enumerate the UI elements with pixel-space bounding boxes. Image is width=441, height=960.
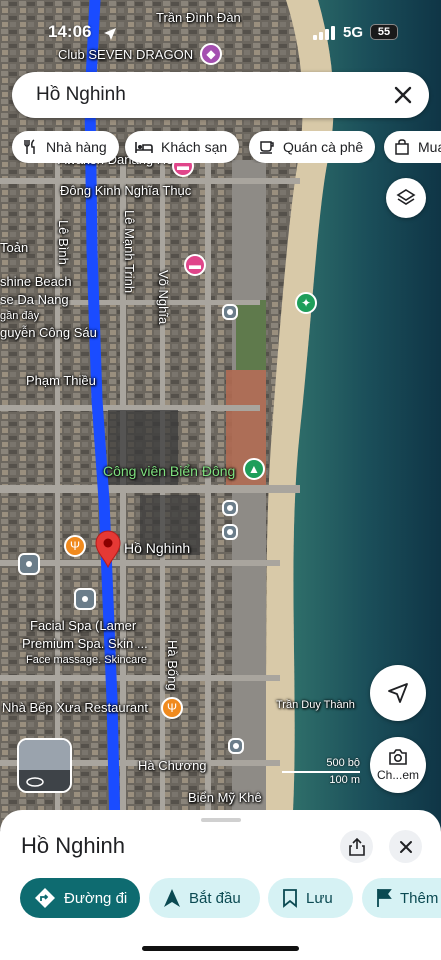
location-arrow-icon <box>104 28 116 40</box>
bed-icon <box>135 142 153 153</box>
bus-stop-icon[interactable] <box>222 304 238 320</box>
cellular-signal-icon <box>313 26 335 40</box>
scale-imperial: 500 bộ <box>326 757 360 769</box>
street-view-preview <box>19 740 70 791</box>
bus-stop-icon[interactable] <box>222 524 238 540</box>
chip-restaurants[interactable]: Nhà hàng <box>12 131 119 163</box>
flag-icon <box>377 889 392 907</box>
street-label: Lê Mạnh Trinh <box>122 210 137 294</box>
map-label: gần đây <box>0 310 40 322</box>
street-label: Lê Bình <box>56 220 71 265</box>
save-button[interactable]: Lưu <box>268 878 353 918</box>
chip-cafes[interactable]: Quán cà phê <box>249 131 376 163</box>
place-bottom-sheet[interactable]: Hồ Nghinh Đường đi Bắt đầu Lưu Thêm <box>0 810 441 960</box>
my-location-button[interactable] <box>370 665 426 721</box>
place-title: Hồ Nghinh <box>21 833 125 858</box>
share-button[interactable] <box>340 830 373 863</box>
directions-button[interactable]: Đường đi <box>20 878 140 918</box>
park-pin-icon[interactable]: ✦ <box>295 292 317 314</box>
tree-pin-icon[interactable]: ▲ <box>243 458 265 480</box>
street-label: Hà Chương <box>138 758 207 773</box>
battery-icon: 55 <box>370 24 398 40</box>
start-label: Bắt đầu <box>189 889 241 907</box>
chip-shopping[interactable]: Mua <box>384 131 441 163</box>
chip-label: Khách sạn <box>161 139 228 155</box>
navigation-arrow-icon <box>388 683 408 703</box>
status-time: 14:06 <box>48 22 92 41</box>
street-label: Võ Nghĩa <box>156 270 171 325</box>
map-label: shine Beach <box>0 274 72 289</box>
hotel-pin-icon[interactable]: ▬ <box>184 254 206 276</box>
restaurant-pin-icon[interactable]: Ψ <box>161 697 183 719</box>
map-label: se Da Nang <box>0 292 69 307</box>
more-label: Thêm <box>400 889 439 907</box>
lens-label: Ch...em <box>376 768 419 782</box>
street-view-thumbnail[interactable] <box>17 738 72 793</box>
save-label: Lưu <box>306 889 333 907</box>
camera-lens-icon <box>389 749 407 765</box>
bus-stop-icon[interactable] <box>222 500 238 516</box>
share-icon <box>348 837 365 856</box>
street-label: Hà Bổng <box>165 640 180 691</box>
category-chips: Nhà hàng Khách sạn Quán cà phê Mua <box>12 131 441 163</box>
search-input[interactable]: Hồ Nghinh <box>36 84 126 106</box>
map-label: Toản <box>0 240 29 255</box>
battery-level: 55 <box>377 26 391 38</box>
more-button[interactable]: Thêm <box>362 878 441 918</box>
search-bar[interactable]: Hồ Nghinh <box>12 72 429 118</box>
layers-button[interactable] <box>386 178 426 218</box>
map-label: guyễn Công Sáu <box>0 325 97 340</box>
poi-label: Premium Spa. Skin ... <box>22 636 148 651</box>
selected-location-pin-icon[interactable] <box>94 530 122 568</box>
coffee-cup-icon <box>260 141 274 154</box>
start-navigation-button[interactable]: Bắt đầu <box>149 878 260 918</box>
home-indicator[interactable] <box>142 946 299 951</box>
chip-hotels[interactable]: Khách sạn <box>125 131 240 163</box>
navigation-arrow-icon <box>164 889 180 907</box>
bus-stop-icon[interactable] <box>18 553 40 575</box>
bus-stop-icon[interactable] <box>74 588 96 610</box>
close-icon <box>399 840 412 853</box>
shopping-bag-icon <box>395 139 409 155</box>
map-view[interactable]: Club SEVEN DRAGON Trần Đình Đàn Awaken D… <box>0 0 441 830</box>
restaurant-pin-icon[interactable]: Ψ <box>64 535 86 557</box>
map-label: Biển Mỹ Khê <box>188 790 262 805</box>
directions-label: Đường đi <box>64 889 128 907</box>
chip-label: Nhà hàng <box>46 139 107 155</box>
chip-label: Quán cà phê <box>283 139 364 155</box>
map-label: Đông Kinh Nghĩa Thục <box>60 183 192 198</box>
poi-label: Nhà Bếp Xưa Restaurant <box>2 700 149 715</box>
close-icon[interactable] <box>391 83 415 107</box>
poi-label: Face massage. Skincare <box>26 654 148 666</box>
park-label: Công viên Biển Đông <box>103 463 236 479</box>
fork-knife-icon <box>24 139 35 154</box>
network-type: 5G <box>343 24 364 41</box>
poi-label: Facial Spa (Lamer <box>30 618 137 633</box>
status-bar: 14:06 5G 55 <box>0 0 441 60</box>
scale-metric: 100 m <box>329 774 360 786</box>
chip-label: Mua <box>418 139 441 155</box>
bookmark-icon <box>283 889 297 908</box>
lens-button[interactable]: Ch...em <box>370 737 426 793</box>
map-scale: 500 bộ 100 m <box>282 757 362 787</box>
map-label: Phạm Thiều <box>26 373 96 388</box>
layers-icon <box>396 189 416 205</box>
close-sheet-button[interactable] <box>389 830 422 863</box>
bus-stop-icon[interactable] <box>228 738 244 754</box>
map-label: Trần Duy Thành <box>276 699 355 711</box>
place-label: Hồ Nghinh <box>124 540 191 556</box>
directions-icon <box>35 888 55 908</box>
sheet-drag-handle[interactable] <box>201 818 241 822</box>
